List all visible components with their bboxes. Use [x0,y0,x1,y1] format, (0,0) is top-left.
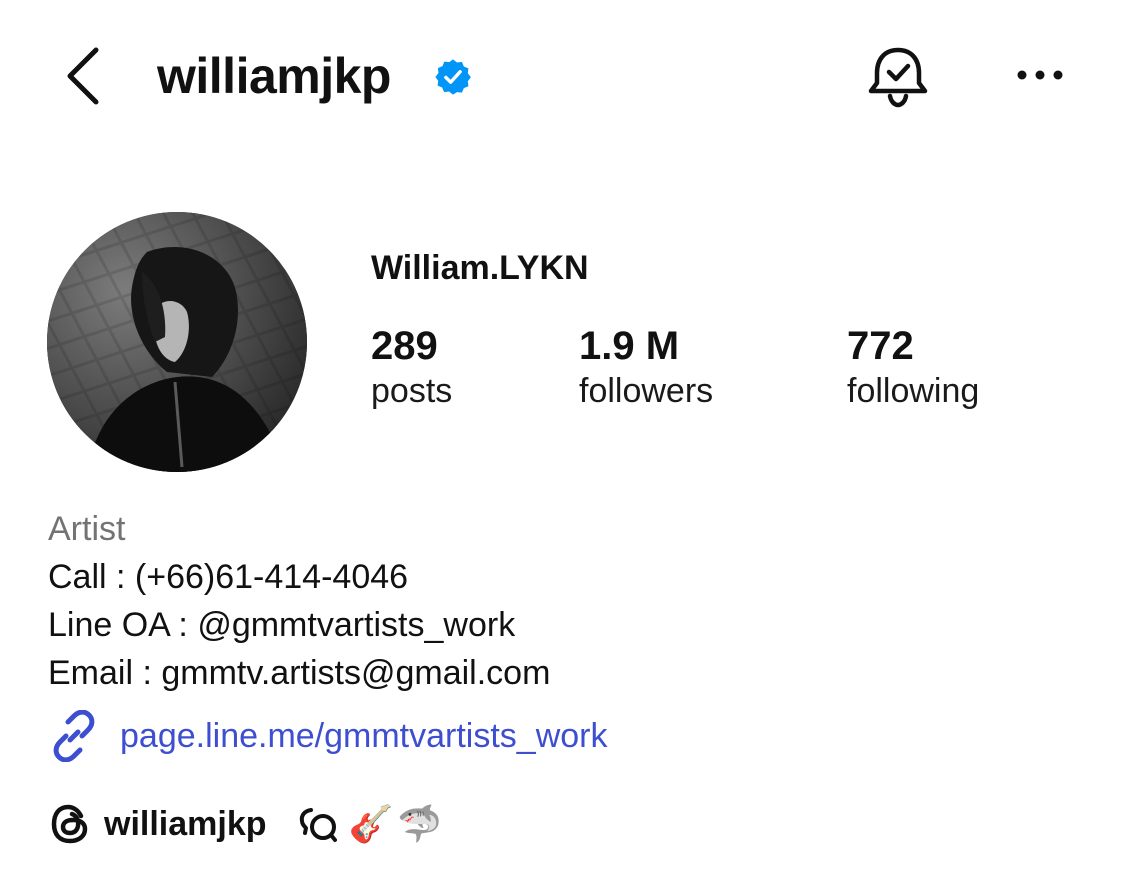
followers-label: followers [579,372,714,410]
following-label: following [847,372,980,410]
header-username: williamjkp [157,48,391,104]
posts-count[interactable]: 289 posts [371,322,452,412]
chevron-left-icon [67,47,99,105]
bio-category: Artist [48,510,126,548]
threads-chat-icon [299,808,337,842]
more-options-button[interactable] [1010,60,1070,90]
following-value: 772 [847,324,914,368]
followers-value: 1.9 M [579,324,680,368]
profile-page: williamjkp William.LYKN 289 posts 1.9 M … [0,0,1125,871]
posts-label: posts [371,372,453,410]
avatar[interactable] [47,212,307,472]
display-name: William.LYKN [371,249,589,287]
profile-photo [47,212,307,472]
bell-check-icon [868,47,928,108]
notifications-button[interactable] [862,40,934,112]
following-count[interactable]: 772 following [847,322,979,412]
threads-handle: williamjkp [104,805,267,843]
shark-emoji: 🦈 [397,803,443,844]
link-icon [53,710,95,762]
bio-link-text[interactable]: page.line.me/gmmtvartists_work [120,710,608,762]
bio-link[interactable]: page.line.me/gmmtvartists_work [48,710,608,762]
threads-badge[interactable]: williamjkp 🎸 🦈 [48,796,446,852]
followers-count[interactable]: 1.9 M followers [579,322,713,412]
bio-email: Email : gmmtv.artists@gmail.com [48,654,551,692]
threads-icon [51,804,88,844]
back-button[interactable] [58,44,108,108]
posts-value: 289 [371,324,438,368]
bio: Artist Call : (+66)61-414-4046 Line OA :… [48,505,550,697]
more-horizontal-icon [1017,70,1063,80]
bio-phone: Call : (+66)61-414-4046 [48,558,409,596]
guitar-emoji: 🎸 [348,803,394,844]
verified-badge-icon [435,59,471,95]
bio-line-oa: Line OA : @gmmtvartists_work [48,606,516,644]
